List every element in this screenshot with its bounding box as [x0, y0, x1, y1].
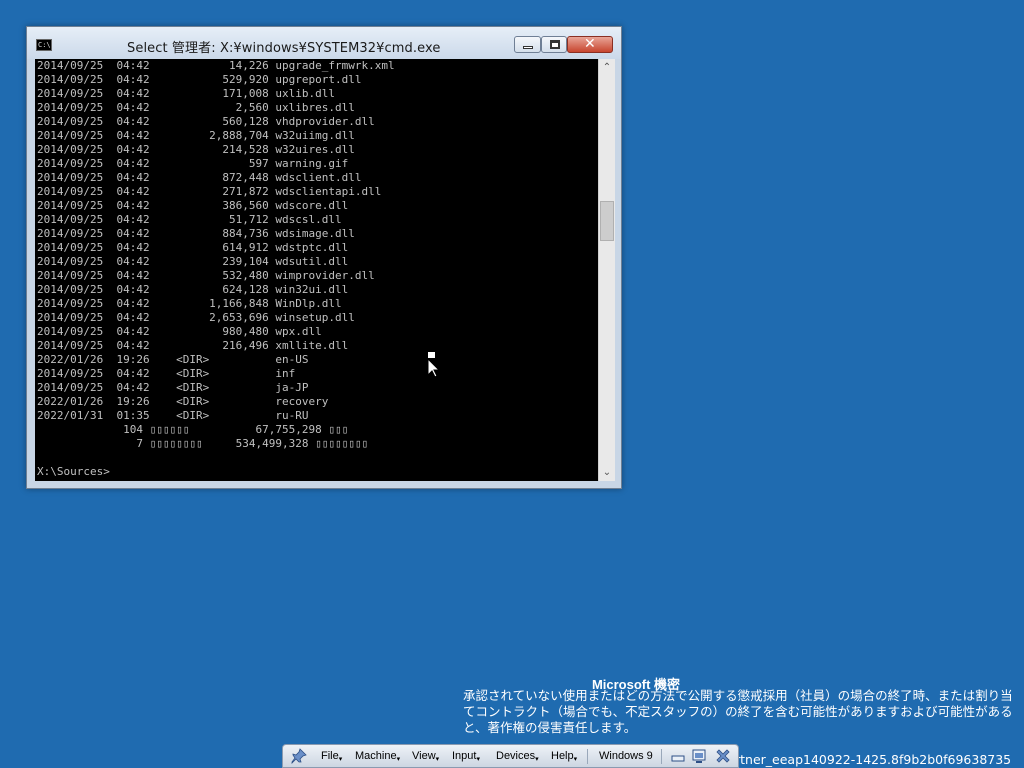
menu-file[interactable]: File▾	[321, 750, 342, 763]
console-line: X:\Sources>	[37, 465, 110, 478]
console-line: 2022/01/26 19:26 <DIR> en-US	[37, 353, 309, 366]
menu-devices-label: Devices	[496, 750, 536, 762]
console-line: 2014/09/25 04:42 2,888,704 w32uiimg.dll	[37, 129, 355, 142]
menu-view-label: View	[412, 750, 436, 762]
close-icon: ✕	[584, 36, 596, 52]
maximize-button[interactable]	[541, 36, 567, 53]
console-line: 2014/09/25 04:42 2,653,696 winsetup.dll	[37, 311, 355, 324]
window-title: Select 管理者: X:¥windows¥SYSTEM32¥cmd.exe	[127, 41, 441, 56]
console-output[interactable]: 2014/09/25 04:42 14,226 upgrade_frmwrk.x…	[35, 59, 598, 481]
console-line: 2014/09/25 04:42 239,104 wdsutil.dll	[37, 255, 349, 268]
console-line: 2014/09/25 04:42 51,712 wdscsl.dll	[37, 213, 342, 226]
scroll-down-icon[interactable]: ⌄	[599, 464, 615, 481]
console-line: 2014/09/25 04:42 980,480 wpx.dll	[37, 325, 322, 338]
chevron-down-icon: ▾	[396, 756, 401, 763]
maximize-icon	[550, 40, 560, 49]
minimize-button[interactable]	[514, 36, 541, 53]
pin-icon[interactable]	[291, 748, 307, 764]
console-line: 2014/09/25 04:42 532,480 wimprovider.dll	[37, 269, 375, 282]
mouse-cursor-icon	[427, 352, 441, 378]
cmd-app-icon[interactable]: C:\	[36, 39, 52, 51]
menu-help[interactable]: Help▾	[551, 750, 577, 763]
confidential-notice: 承認されていない使用またはどの方法で公開する懲戒採用（社員）の場合の終了時、また…	[463, 688, 1013, 735]
chevron-down-icon: ▾	[476, 756, 480, 763]
scroll-up-icon[interactable]: ⌃	[599, 59, 615, 76]
menu-machine[interactable]: Machine▾	[355, 750, 400, 763]
console-line: 2014/09/25 04:42 560,128 vhdprovider.dll	[37, 115, 375, 128]
console-line: 2014/09/25 04:42 14,226 upgrade_frmwrk.x…	[37, 59, 395, 72]
restore-vm-icon[interactable]	[691, 748, 707, 764]
minimize-icon	[523, 46, 533, 49]
menu-file-label: File	[321, 750, 339, 762]
scroll-thumb[interactable]	[600, 201, 614, 241]
console-line: 2014/09/25 04:42 872,448 wdsclient.dll	[37, 171, 362, 184]
console-line: 2014/09/25 04:42 614,912 wdstptc.dll	[37, 241, 349, 254]
console-line: 2022/01/26 19:26 <DIR> recovery	[37, 395, 329, 408]
chevron-down-icon: ▾	[338, 756, 343, 763]
vm-toolbar: File▾ Machine▾ View▾ Input▾ Devices▾ Hel…	[282, 744, 739, 768]
menu-input-label: Input	[452, 750, 477, 762]
console-line: 7 ▯▯▯▯▯▯▯▯ 534,499,328 ▯▯▯▯▯▯▯▯	[37, 437, 369, 450]
menu-devices[interactable]: Devices▾	[496, 750, 539, 763]
close-vm-icon[interactable]	[715, 748, 731, 764]
console-line: 2014/09/25 04:42 529,920 upgreport.dll	[37, 73, 362, 86]
close-button[interactable]: ✕	[567, 36, 613, 53]
console-line: 2014/09/25 04:42 171,008 uxlib.dll	[37, 87, 336, 100]
console-line: 2014/09/25 04:42 884,736 wdsimage.dll	[37, 227, 355, 240]
vertical-scrollbar[interactable]: ⌃ ⌄	[598, 59, 615, 481]
vm-name: Windows 9	[599, 750, 653, 762]
console-line: 2014/09/25 04:42 271,872 wdsclientapi.dl…	[37, 185, 382, 198]
toolbar-divider	[661, 749, 662, 764]
menu-input[interactable]: Input▾	[452, 750, 480, 763]
console-line: 2014/09/25 04:42 <DIR> ja-JP	[37, 381, 309, 394]
chevron-down-icon: ▾	[535, 756, 539, 763]
console-line: 2014/09/25 04:42 386,560 wdscore.dll	[37, 199, 349, 212]
chevron-down-icon: ▾	[435, 756, 440, 763]
console-line: 2014/09/25 04:42 <DIR> inf	[37, 367, 296, 380]
chevron-down-icon: ▾	[573, 756, 578, 763]
console-line: 2014/09/25 04:42 216,496 xmllite.dll	[37, 339, 349, 352]
console-line: 2022/01/31 01:35 <DIR> ru-RU	[37, 409, 309, 422]
console-line: 2014/09/25 04:42 1,166,848 WinDlp.dll	[37, 297, 342, 310]
console-line: 104 ▯▯▯▯▯▯ 67,755,298 ▯▯▯	[37, 423, 349, 436]
cmd-window[interactable]: C:\ Select 管理者: X:¥windows¥SYSTEM32¥cmd.…	[26, 26, 622, 489]
menu-machine-label: Machine	[355, 750, 397, 762]
minimize-vm-icon[interactable]	[670, 748, 686, 764]
console-line: 2014/09/25 04:42 597 warning.gif	[37, 157, 349, 170]
toolbar-divider	[587, 749, 588, 764]
menu-view[interactable]: View▾	[412, 750, 439, 763]
console-line: 2014/09/25 04:42 2,560 uxlibres.dll	[37, 101, 355, 114]
build-watermark: rtner_eeap140922-1425.8f9b2b0f69638735	[735, 752, 1012, 767]
menu-help-label: Help	[551, 750, 574, 762]
console-line: 2014/09/25 04:42 214,528 w32uires.dll	[37, 143, 355, 156]
console-line: 2014/09/25 04:42 624,128 win32ui.dll	[37, 283, 349, 296]
title-bar[interactable]: C:\ Select 管理者: X:¥windows¥SYSTEM32¥cmd.…	[27, 27, 621, 59]
